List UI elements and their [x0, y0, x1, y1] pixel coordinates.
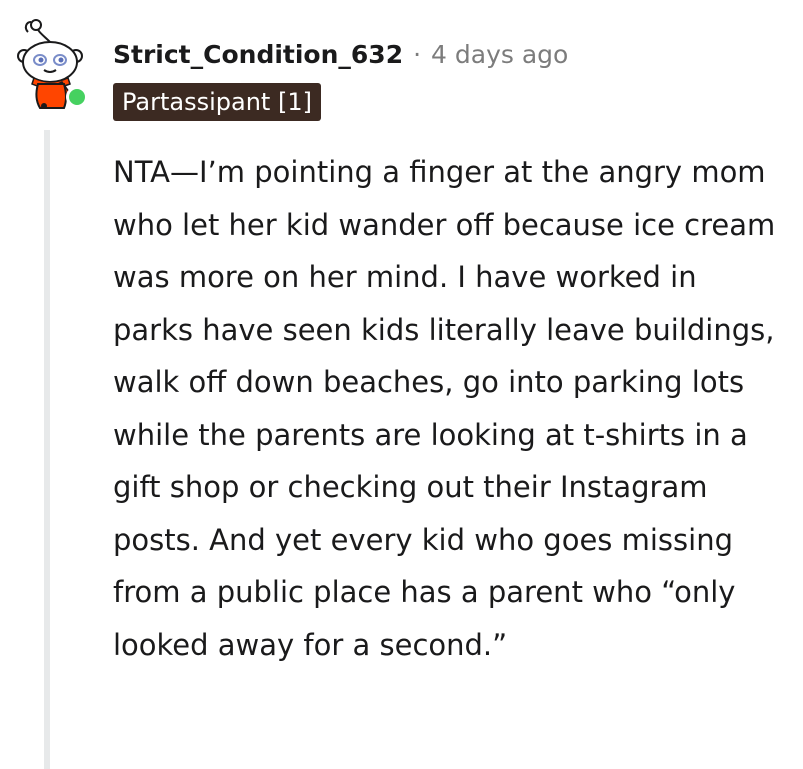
comment-body: NTA—I’m pointing a finger at the angry m…	[113, 155, 776, 662]
username-link[interactable]: Strict_Condition_632	[113, 40, 403, 69]
thread-collapse-line[interactable]	[44, 130, 50, 769]
meta-separator: ·	[413, 39, 422, 69]
user-flair-badge: Partassipant [1]	[113, 83, 321, 121]
comment: Strict_Condition_632 · 4 days ago Partas…	[0, 0, 803, 769]
timestamp-link[interactable]: 4 days ago	[431, 40, 568, 69]
online-status-dot	[66, 86, 88, 108]
comment-meta: Strict_Condition_632 · 4 days ago	[113, 34, 568, 74]
